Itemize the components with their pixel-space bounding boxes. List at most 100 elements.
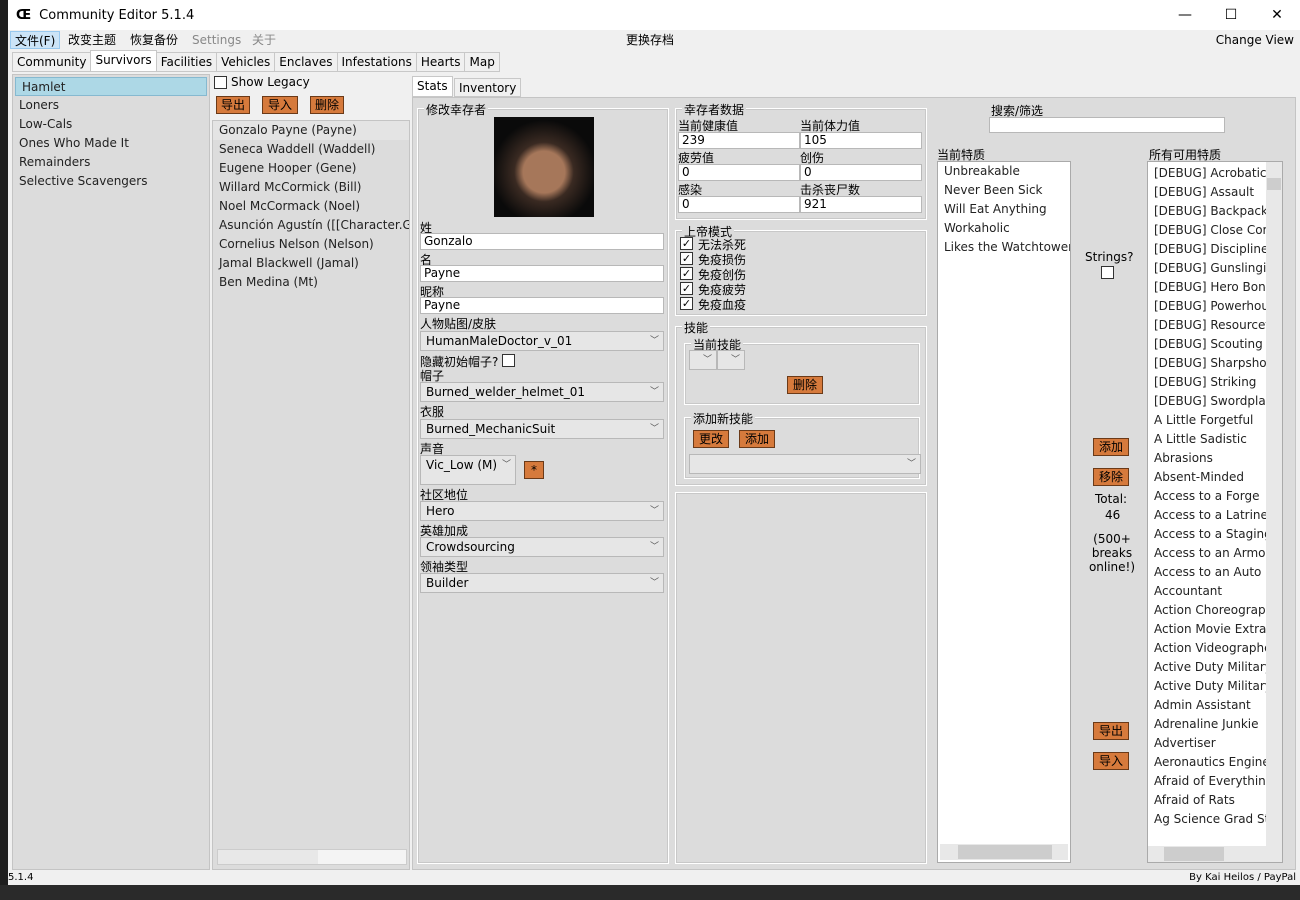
- trait-item[interactable]: Adrenaline Junkie: [1148, 715, 1282, 734]
- maximize-button[interactable]: ☐: [1208, 0, 1254, 30]
- credit-link[interactable]: By Kai Heilos / PayPal: [1189, 872, 1296, 883]
- community-item[interactable]: Loners: [13, 96, 209, 115]
- delete-skill-button[interactable]: 删除: [787, 376, 823, 394]
- hide-hat-checkbox[interactable]: [502, 354, 515, 367]
- export-button[interactable]: 导出: [216, 96, 250, 114]
- community-item[interactable]: Hamlet: [15, 77, 207, 96]
- trait-item[interactable]: Absent-Minded: [1148, 468, 1282, 487]
- minimize-button[interactable]: —: [1162, 0, 1208, 30]
- subtab-inventory[interactable]: Inventory: [454, 78, 522, 97]
- god-mode-checkbox[interactable]: ✓: [680, 267, 693, 280]
- survivor-item[interactable]: Seneca Waddell (Waddell): [213, 140, 409, 159]
- tab-community[interactable]: Community: [12, 52, 92, 72]
- horizontal-scrollbar[interactable]: [217, 849, 407, 865]
- menu-about[interactable]: 关于: [248, 31, 280, 49]
- trait-item[interactable]: [DEBUG] Backpacking: [1148, 202, 1282, 221]
- trauma-input[interactable]: 0: [800, 164, 922, 181]
- scrollbar-thumb[interactable]: [958, 845, 1052, 859]
- trait-item[interactable]: [DEBUG] Acrobatics: [1148, 164, 1282, 183]
- trait-item[interactable]: [DEBUG] Discipline: [1148, 240, 1282, 259]
- trait-item[interactable]: [DEBUG] Powerhouse: [1148, 297, 1282, 316]
- trait-item[interactable]: Active Duty Military: [1148, 658, 1282, 677]
- menu-file[interactable]: 文件(F): [10, 31, 61, 49]
- voice-random-button[interactable]: *: [524, 461, 544, 479]
- survivor-item[interactable]: Asunción Agustín ([[Character.Ge: [213, 216, 409, 235]
- trait-item[interactable]: [DEBUG] Sharpshooting: [1148, 354, 1282, 373]
- trait-item[interactable]: Access to a Staging: [1148, 525, 1282, 544]
- add-skill-button[interactable]: 添加: [739, 430, 775, 448]
- hero-bonus-dropdown[interactable]: Crowdsourcing ﹀: [420, 537, 664, 557]
- trait-item[interactable]: Abrasions: [1148, 449, 1282, 468]
- survivor-item[interactable]: Eugene Hooper (Gene): [213, 159, 409, 178]
- last-name-input[interactable]: Gonzalo: [420, 233, 664, 250]
- trait-item[interactable]: Aeronautics Engineer: [1148, 753, 1282, 772]
- tab-facilities[interactable]: Facilities: [155, 52, 218, 72]
- tab-enclaves[interactable]: Enclaves: [274, 52, 338, 72]
- current-trait-item[interactable]: Will Eat Anything: [938, 200, 1070, 219]
- standing-dropdown[interactable]: Hero ﹀: [420, 501, 664, 521]
- tab-hearts[interactable]: Hearts: [415, 52, 466, 72]
- god-mode-checkbox[interactable]: ✓: [680, 297, 693, 310]
- close-button[interactable]: ✕: [1254, 0, 1300, 30]
- remove-trait-button[interactable]: 移除: [1093, 468, 1129, 486]
- trait-item[interactable]: Admin Assistant: [1148, 696, 1282, 715]
- hat-dropdown[interactable]: Burned_welder_helmet_01 ﹀: [420, 382, 664, 402]
- infection-input[interactable]: 0: [678, 196, 800, 213]
- scrollbar-thumb[interactable]: [1267, 178, 1281, 190]
- nickname-input[interactable]: Payne: [420, 297, 664, 314]
- stamina-input[interactable]: 105: [800, 132, 922, 149]
- current-trait-item[interactable]: Never Been Sick: [938, 181, 1070, 200]
- strings-checkbox[interactable]: [1101, 266, 1114, 279]
- trait-item[interactable]: [DEBUG] Assault: [1148, 183, 1282, 202]
- export-traits-button[interactable]: 导出: [1093, 722, 1129, 740]
- new-skill-dropdown[interactable]: ﹀: [689, 454, 921, 474]
- trait-item[interactable]: [DEBUG] Scouting: [1148, 335, 1282, 354]
- trait-item[interactable]: Action Videographer: [1148, 639, 1282, 658]
- trait-item[interactable]: Access to an Auto Shop: [1148, 563, 1282, 582]
- skill-dropdown[interactable]: ﹀: [689, 350, 717, 370]
- trait-item[interactable]: Afraid of Everything: [1148, 772, 1282, 791]
- god-mode-checkbox[interactable]: ✓: [680, 252, 693, 265]
- menu-settings[interactable]: Settings: [188, 31, 245, 49]
- change-view-button[interactable]: Change View: [1212, 31, 1298, 49]
- scrollbar-thumb[interactable]: [318, 850, 406, 864]
- trait-item[interactable]: Active Duty Military: [1148, 677, 1282, 696]
- change-skill-button[interactable]: 更改: [693, 430, 729, 448]
- horizontal-scrollbar[interactable]: [940, 844, 1068, 860]
- add-trait-button[interactable]: 添加: [1093, 438, 1129, 456]
- trait-item[interactable]: Access to a Latrine: [1148, 506, 1282, 525]
- survivor-item[interactable]: Noel McCormack (Noel): [213, 197, 409, 216]
- community-item[interactable]: Remainders: [13, 153, 209, 172]
- kills-input[interactable]: 921: [800, 196, 922, 213]
- tab-survivors[interactable]: Survivors: [90, 50, 157, 72]
- skin-dropdown[interactable]: HumanMaleDoctor_v_01 ﹀: [420, 331, 664, 351]
- tab-vehicles[interactable]: Vehicles: [216, 52, 276, 72]
- trait-item[interactable]: [DEBUG] Striking: [1148, 373, 1282, 392]
- horizontal-scrollbar[interactable]: [1148, 846, 1282, 862]
- trait-item[interactable]: Afraid of Rats: [1148, 791, 1282, 810]
- current-trait-item[interactable]: Likes the Watchtower: [938, 238, 1070, 257]
- trait-item[interactable]: [DEBUG] Resourcefulness: [1148, 316, 1282, 335]
- trait-item[interactable]: A Little Sadistic: [1148, 430, 1282, 449]
- trait-item[interactable]: Action Choreographer: [1148, 601, 1282, 620]
- trait-item[interactable]: [DEBUG] Gunslinging: [1148, 259, 1282, 278]
- tab-map[interactable]: Map: [464, 52, 500, 72]
- community-item[interactable]: Low-Cals: [13, 115, 209, 134]
- leader-dropdown[interactable]: Builder ﹀: [420, 573, 664, 593]
- god-mode-checkbox[interactable]: ✓: [680, 237, 693, 250]
- survivor-item[interactable]: Willard McCormick (Bill): [213, 178, 409, 197]
- import-button[interactable]: 导入: [262, 96, 298, 114]
- community-item[interactable]: Ones Who Made It: [13, 134, 209, 153]
- skill-level-dropdown[interactable]: ﹀: [717, 350, 745, 370]
- menu-change-theme[interactable]: 改变主题: [64, 31, 120, 49]
- community-item[interactable]: Selective Scavengers: [13, 172, 209, 191]
- scrollbar-thumb[interactable]: [1164, 847, 1224, 861]
- search-input[interactable]: [989, 117, 1225, 133]
- survivor-item[interactable]: Gonzalo Payne (Payne): [213, 121, 409, 140]
- trait-item[interactable]: [DEBUG] Close Combat: [1148, 221, 1282, 240]
- delete-button[interactable]: 删除: [310, 96, 344, 114]
- trait-item[interactable]: [DEBUG] Swordplay: [1148, 392, 1282, 411]
- trait-item[interactable]: Ag Science Grad Student: [1148, 810, 1282, 829]
- survivor-item[interactable]: Cornelius Nelson (Nelson): [213, 235, 409, 254]
- vertical-scrollbar[interactable]: [1266, 162, 1282, 846]
